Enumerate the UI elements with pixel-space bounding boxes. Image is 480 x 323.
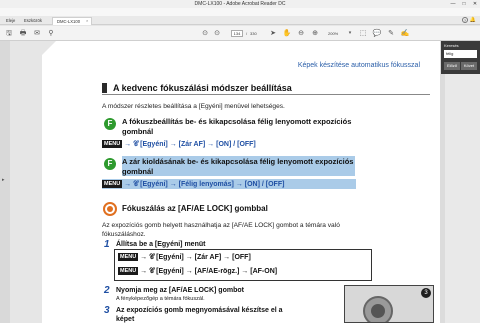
select-tool-icon[interactable]: ➤ bbox=[268, 29, 278, 38]
zoom-in-icon[interactable]: ⊕ bbox=[310, 29, 320, 38]
custom-af-icon: F bbox=[104, 118, 116, 130]
search-icon[interactable]: ⚲ bbox=[46, 29, 56, 38]
maximize-button[interactable]: □ bbox=[459, 0, 469, 8]
search-input[interactable]: félig bbox=[444, 50, 477, 58]
item2-title-line2: gombnál bbox=[122, 167, 154, 176]
hand-tool-icon[interactable]: ✋ bbox=[282, 29, 292, 38]
intro-text: A módszer részletes beállítása a [Egyéni… bbox=[102, 103, 285, 110]
page-corner bbox=[42, 41, 56, 55]
menu-icon: MENU bbox=[118, 267, 139, 276]
sub-text-line1: Az expozíciós gomb helyett használhatja … bbox=[102, 222, 340, 229]
menu-icon: MENU bbox=[102, 180, 123, 189]
step2-number: 2 bbox=[104, 285, 110, 296]
comment-icon[interactable]: 💬 bbox=[372, 29, 382, 38]
zoom-level[interactable]: 200% bbox=[328, 30, 338, 37]
email-icon[interactable]: ✉ bbox=[32, 29, 42, 38]
minimize-button[interactable]: — bbox=[448, 0, 458, 8]
sub-text-line2: fókuszáláshoz. bbox=[102, 231, 146, 238]
step3-number: 3 bbox=[104, 305, 110, 316]
item2-path-text: → 𝒞 [Egyéni] → [Félig lenyomás] → [ON] /… bbox=[124, 181, 285, 188]
tab-tools[interactable]: Eszközök bbox=[20, 17, 46, 25]
highlight-icon[interactable]: ✎ bbox=[386, 29, 396, 38]
menu-icon: MENU bbox=[118, 253, 139, 262]
heading-text: A kedvenc fókuszálási módszer beállítása bbox=[113, 83, 292, 93]
next-page-icon[interactable]: ⊙ bbox=[212, 29, 222, 38]
save-icon[interactable]: 🖫 bbox=[4, 29, 14, 38]
toolbar: 🖫 🖶 ✉ ⚲ ⊙ ⊙ 134 / 330 ➤ ✋ ⊖ ⊕ 200% ▾ ⬚ 💬… bbox=[0, 26, 480, 41]
page-separator: / bbox=[246, 31, 248, 36]
prev-page-icon[interactable]: ⊙ bbox=[200, 29, 210, 38]
fit-page-icon[interactable]: ⬚ bbox=[358, 29, 368, 38]
zoom-out-icon[interactable]: ⊖ bbox=[296, 29, 306, 38]
search-next-button[interactable]: Követ bbox=[461, 62, 477, 70]
bell-icon[interactable]: 🔔 bbox=[470, 17, 476, 23]
camera-lens-inner bbox=[371, 304, 385, 318]
step1-title: Állítsa be a [Egyéni] menüt bbox=[116, 241, 206, 248]
page-heading: A kedvenc fókuszálási módszer beállítása bbox=[102, 81, 430, 95]
item1-path-text: → 𝒞 [Egyéni] → [Zár AF] → [ON] / [OFF] bbox=[124, 141, 256, 148]
title-bar: DMC-LX100 - Adobe Acrobat Reader DC — □ … bbox=[0, 0, 480, 8]
left-panel-collapsed[interactable]: ▸ bbox=[0, 41, 10, 323]
step1-line1-text: → 𝒞 [Egyéni] → [Zár AF] → [OFF] bbox=[140, 254, 251, 261]
step1-number: 1 bbox=[104, 239, 110, 250]
page-total: 330 bbox=[250, 31, 257, 36]
tab-home[interactable]: Eleje bbox=[2, 17, 19, 25]
pdf-page: Képek készítése automatikus fókusszal A … bbox=[42, 41, 440, 323]
step1-line1: MENU → 𝒞 [Egyéni] → [Zár AF] → [OFF] bbox=[118, 253, 251, 262]
close-button[interactable]: ✕ bbox=[470, 0, 480, 8]
step3-title-line1: Az expozíciós gomb megnyomásával készíts… bbox=[116, 307, 283, 314]
tab-bar: Eleje Eszközök DMC-LX100 × ? 🔔 bbox=[0, 16, 480, 25]
help-icon[interactable]: ? bbox=[462, 17, 468, 23]
step1-line2-text: → 𝒞 [Egyéni] → [AF/AE-rögz.] → [AF-ON] bbox=[140, 268, 278, 275]
tab-document-label: DMC-LX100 bbox=[57, 19, 81, 24]
search-panel: Keresés félig Előző Követ bbox=[441, 41, 480, 74]
page-number-input[interactable]: 134 bbox=[231, 30, 243, 37]
step2-title: Nyomja meg az [AF/AE LOCK] gombot bbox=[116, 287, 244, 294]
af-lock-icon bbox=[103, 202, 117, 216]
tab-close-icon[interactable]: × bbox=[86, 18, 88, 23]
right-panel bbox=[445, 41, 480, 323]
item1-title-line2: gombnál bbox=[122, 127, 154, 136]
print-icon[interactable]: 🖶 bbox=[18, 29, 28, 38]
item2-menu-path: MENU → 𝒞 [Egyéni] → [Félig lenyomás] → [… bbox=[102, 180, 284, 189]
section-link[interactable]: Képek készítése automatikus fókusszal bbox=[298, 62, 420, 69]
step2-sub: A fényképezőgép a témára fókuszál. bbox=[116, 296, 205, 302]
menu-icon: MENU bbox=[102, 140, 123, 149]
step-badge: 3 bbox=[421, 288, 431, 298]
item1-title-line1: A fókuszbeállítás be- és kikapcsolása fé… bbox=[122, 117, 352, 126]
step3-title-line2: képet bbox=[116, 316, 135, 323]
menu-bar: Fájl Szerkesztés Nézet Ablak Súgó bbox=[0, 8, 480, 22]
item1-menu-path: MENU → 𝒞 [Egyéni] → [Zár AF] → [ON] / [O… bbox=[102, 140, 256, 149]
item2-title-line1: A zár kioldásának be- és kikapcsolása fé… bbox=[122, 157, 354, 166]
heading-bar-icon bbox=[102, 83, 107, 93]
search-prev-button[interactable]: Előző bbox=[444, 62, 460, 70]
expand-panel-icon[interactable]: ▸ bbox=[2, 177, 5, 183]
custom-af-icon: F bbox=[104, 158, 116, 170]
sub-heading: Fókuszálás az [AF/AE LOCK] gombbal bbox=[122, 204, 268, 213]
sign-icon[interactable]: ✍ bbox=[400, 29, 410, 38]
camera-illustration: 3 bbox=[344, 285, 434, 323]
zoom-dropdown-icon[interactable]: ▾ bbox=[346, 29, 354, 38]
window-title: DMC-LX100 - Adobe Acrobat Reader DC bbox=[194, 1, 286, 7]
search-label: Keresés bbox=[444, 43, 459, 48]
step1-line2: MENU → 𝒞 [Egyéni] → [AF/AE-rögz.] → [AF-… bbox=[118, 267, 277, 276]
